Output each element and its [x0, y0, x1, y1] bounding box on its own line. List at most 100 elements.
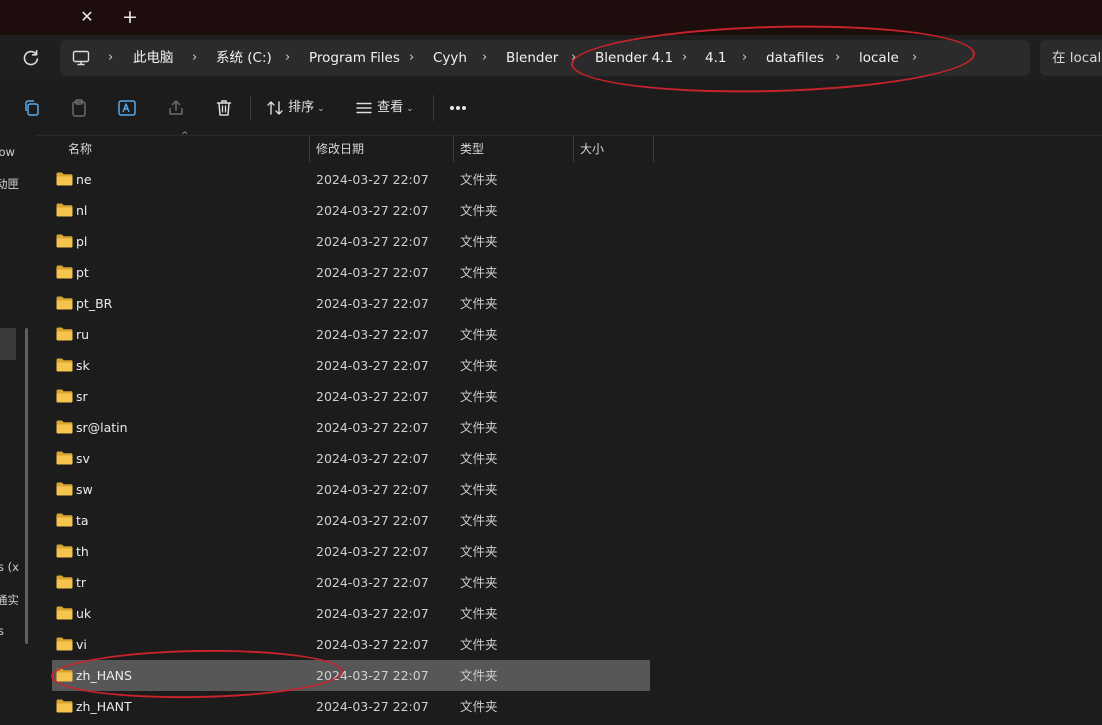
- folder-icon: [56, 699, 73, 713]
- file-row[interactable]: pt 2024-03-27 22:07 文件夹: [52, 257, 650, 288]
- file-row[interactable]: ta 2024-03-27 22:07 文件夹: [52, 505, 650, 536]
- file-row[interactable]: sr@latin 2024-03-27 22:07 文件夹: [52, 412, 650, 443]
- breadcrumb-item[interactable]: 系统 (C:): [216, 40, 272, 76]
- file-name: tr: [76, 575, 87, 590]
- breadcrumb-item[interactable]: Cyyh: [433, 40, 467, 76]
- nav-item-selected[interactable]: [0, 328, 16, 360]
- file-row[interactable]: sk 2024-03-27 22:07 文件夹: [52, 350, 650, 381]
- file-row[interactable]: sr 2024-03-27 22:07 文件夹: [52, 381, 650, 412]
- file-name: sw: [76, 482, 93, 497]
- breadcrumb-item[interactable]: Blender 4.1: [595, 40, 673, 76]
- file-type: 文件夹: [460, 327, 498, 342]
- folder-icon: [56, 420, 73, 434]
- search-input[interactable]: 在 locale 中搜索: [1040, 40, 1102, 76]
- view-label: 查看: [377, 100, 404, 115]
- breadcrumb-item[interactable]: Blender: [506, 40, 558, 76]
- column-header-name[interactable]: 名称: [68, 135, 92, 164]
- file-row[interactable]: pt_BR 2024-03-27 22:07 文件夹: [52, 288, 650, 319]
- column-header-size[interactable]: 大小: [580, 135, 604, 164]
- nav-item-label[interactable]: 通实: [0, 592, 19, 608]
- delete-icon[interactable]: [214, 98, 234, 118]
- sort-icon: [267, 100, 283, 115]
- folder-icon: [56, 358, 73, 372]
- chevron-right-icon[interactable]: ›: [742, 40, 747, 76]
- file-modified: 2024-03-27 22:07: [316, 668, 429, 683]
- toolbar-divider: [250, 95, 251, 121]
- file-name: sr@latin: [76, 420, 128, 435]
- file-name: pt_BR: [76, 296, 113, 311]
- file-row[interactable]: zh_HANS 2024-03-27 22:07 文件夹: [52, 660, 650, 691]
- file-modified: 2024-03-27 22:07: [316, 699, 429, 714]
- column-divider[interactable]: [573, 137, 574, 162]
- close-tab-icon[interactable]: ✕: [76, 6, 98, 28]
- breadcrumb-item[interactable]: datafiles: [766, 40, 824, 76]
- file-row[interactable]: ne 2024-03-27 22:07 文件夹: [52, 164, 650, 195]
- breadcrumb[interactable]: 此电脑 系统 (C:) Program Files Cyyh Blender Blende…: [60, 40, 1030, 76]
- chevron-right-icon[interactable]: ›: [912, 40, 917, 76]
- chevron-right-icon[interactable]: ›: [192, 40, 197, 76]
- copy-icon[interactable]: [22, 98, 42, 118]
- chevron-down-icon: ⌄: [406, 104, 414, 114]
- breadcrumb-item[interactable]: 此电脑: [133, 40, 174, 76]
- file-row[interactable]: nl 2024-03-27 22:07 文件夹: [52, 195, 650, 226]
- file-modified: 2024-03-27 22:07: [316, 234, 429, 249]
- file-modified: 2024-03-27 22:07: [316, 389, 429, 404]
- column-divider[interactable]: [453, 137, 454, 162]
- nav-scrollbar[interactable]: [25, 328, 28, 644]
- folder-icon: [56, 606, 73, 620]
- file-type: 文件夹: [460, 296, 498, 311]
- file-modified: 2024-03-27 22:07: [316, 265, 429, 280]
- file-row[interactable]: tr 2024-03-27 22:07 文件夹: [52, 567, 650, 598]
- file-type: 文件夹: [460, 668, 498, 683]
- file-type: 文件夹: [460, 544, 498, 559]
- breadcrumb-item[interactable]: Program Files: [309, 40, 400, 76]
- new-tab-button[interactable]: +: [119, 6, 141, 28]
- nav-item-label[interactable]: s (x: [0, 560, 19, 574]
- chevron-right-icon[interactable]: ›: [571, 40, 576, 76]
- breadcrumb-item[interactable]: 4.1: [705, 40, 726, 76]
- share-icon[interactable]: [166, 98, 186, 118]
- paste-icon[interactable]: [69, 98, 89, 118]
- refresh-icon[interactable]: [20, 47, 42, 69]
- file-modified: 2024-03-27 22:07: [316, 358, 429, 373]
- file-modified: 2024-03-27 22:07: [316, 606, 429, 621]
- file-type: 文件夹: [460, 575, 498, 590]
- nav-item-label[interactable]: row: [0, 145, 15, 159]
- column-header-modified[interactable]: 修改日期: [316, 135, 364, 164]
- file-row[interactable]: th 2024-03-27 22:07 文件夹: [52, 536, 650, 567]
- breadcrumb-item[interactable]: locale: [859, 40, 899, 76]
- file-type: 文件夹: [460, 265, 498, 280]
- sort-button[interactable]: 排序 ⌄: [266, 94, 325, 122]
- rename-icon[interactable]: [117, 98, 137, 118]
- column-divider[interactable]: [653, 137, 654, 162]
- file-modified: 2024-03-27 22:07: [316, 637, 429, 652]
- chevron-right-icon[interactable]: ›: [409, 40, 414, 76]
- file-type: 文件夹: [460, 172, 498, 187]
- chevron-right-icon[interactable]: ›: [682, 40, 687, 76]
- column-divider[interactable]: [309, 137, 310, 162]
- folder-icon: [56, 637, 73, 651]
- column-header-type[interactable]: 类型: [460, 135, 484, 164]
- nav-item-label[interactable]: 动匣: [0, 176, 19, 192]
- file-row[interactable]: sw 2024-03-27 22:07 文件夹: [52, 474, 650, 505]
- file-row[interactable]: vi 2024-03-27 22:07 文件夹: [52, 629, 650, 660]
- file-modified: 2024-03-27 22:07: [316, 575, 429, 590]
- file-row[interactable]: uk 2024-03-27 22:07 文件夹: [52, 598, 650, 629]
- file-row[interactable]: sv 2024-03-27 22:07 文件夹: [52, 443, 650, 474]
- file-type: 文件夹: [460, 482, 498, 497]
- chevron-right-icon[interactable]: ›: [835, 40, 840, 76]
- file-row[interactable]: zh_HANT 2024-03-27 22:07 文件夹: [52, 691, 650, 722]
- file-row[interactable]: pl 2024-03-27 22:07 文件夹: [52, 226, 650, 257]
- view-button[interactable]: 查看 ⌄: [355, 94, 414, 122]
- file-name: zh_HANT: [76, 699, 132, 714]
- file-modified: 2024-03-27 22:07: [316, 203, 429, 218]
- chevron-right-icon[interactable]: ›: [482, 40, 487, 76]
- nav-item-label[interactable]: s: [0, 624, 4, 638]
- chevron-right-icon[interactable]: ›: [108, 40, 113, 76]
- chevron-right-icon[interactable]: ›: [285, 40, 290, 76]
- file-row[interactable]: ru 2024-03-27 22:07 文件夹: [52, 319, 650, 350]
- file-type: 文件夹: [460, 513, 498, 528]
- file-name: sv: [76, 451, 90, 466]
- this-pc-icon: [72, 50, 90, 66]
- folder-icon: [56, 296, 73, 310]
